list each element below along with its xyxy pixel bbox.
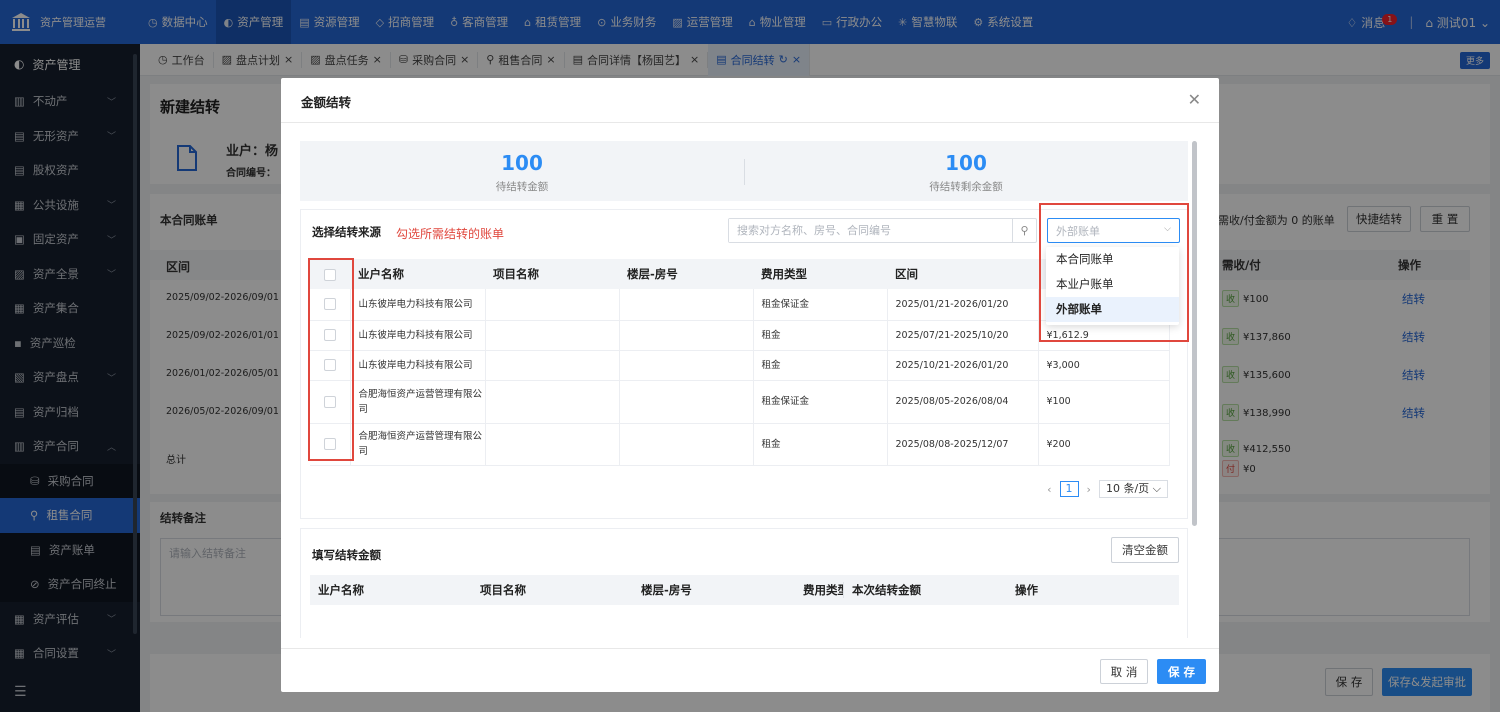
cell-room	[619, 320, 754, 351]
column-header: 费用类型	[753, 259, 887, 289]
fill-title: 填写结转金额	[312, 548, 381, 562]
cell-amount: ¥200	[1038, 423, 1170, 466]
column-header: 业户名称	[350, 259, 485, 289]
search-input[interactable]	[729, 219, 1012, 242]
cell-project	[485, 350, 620, 381]
column-header: 楼层-房号	[619, 259, 753, 289]
fill-column-header: 本次结转金额	[843, 582, 1007, 598]
cell-room	[619, 350, 754, 381]
fill-column-header: 业户名称	[318, 583, 364, 597]
fill-column-header: 项目名称	[480, 583, 526, 597]
cell-range: 2025/01/21-2026/01/20	[887, 289, 1039, 321]
cell-project	[485, 320, 620, 351]
source-hint: 勾选所需结转的账单	[396, 227, 505, 241]
table-row[interactable]: 合肥海恒资产运营管理有限公司 租金保证金 2025/08/05-2026/08/04…	[310, 380, 1170, 424]
dialog-title: 金额结转	[301, 95, 352, 110]
remaining-amount-label: 待结转剩余金额	[929, 181, 1003, 193]
close-icon[interactable]: ✕	[1188, 90, 1201, 109]
column-header: 项目名称	[485, 259, 619, 289]
source-select-highlight	[1039, 203, 1189, 342]
save-button[interactable]: 保 存	[1157, 659, 1206, 684]
cell-fee: 租金	[753, 350, 888, 381]
column-header: 区间	[887, 259, 1038, 289]
cell-fee: 租金	[753, 423, 888, 466]
fill-table-header: 业户名称 项目名称 楼层-房号 费用类型本次结转金额操作	[310, 575, 1179, 605]
checkbox-column-highlight	[308, 258, 354, 461]
cell-project	[485, 423, 620, 466]
page-size-label: 10 条/页	[1105, 482, 1150, 495]
fill-column-header: 楼层-房号	[641, 583, 692, 597]
divider	[281, 648, 1219, 649]
page-size-select[interactable]: 10 条/页 ⌵	[1098, 480, 1168, 498]
pending-amount-block: 100 待结转金额	[300, 151, 744, 194]
source-title: 选择结转来源	[312, 225, 381, 239]
cell-range: 2025/08/05-2026/08/04	[887, 380, 1039, 424]
cell-range: 2025/07/21-2025/10/20	[887, 320, 1039, 351]
cell-name: 合肥海恒资产运营管理有限公司	[350, 423, 486, 466]
page-number[interactable]: 1	[1059, 481, 1079, 497]
amount-transfer-dialog: 金额结转 ✕ 100 待结转金额 100 待结转剩余金额 选择结转来源 勾选所需…	[281, 78, 1219, 692]
table-row[interactable]: 合肥海恒资产运营管理有限公司 租金 2025/08/08-2025/12/07 ¥20…	[310, 423, 1170, 466]
cell-name: 合肥海恒资产运营管理有限公司	[350, 380, 486, 424]
remaining-amount: 100	[945, 151, 987, 175]
cell-range: 2025/08/08-2025/12/07	[887, 423, 1039, 466]
cell-project	[485, 380, 620, 424]
divider	[281, 122, 1219, 123]
cell-room	[619, 289, 754, 321]
table-row[interactable]: 山东彼岸电力科技有限公司 租金 2025/10/21-2026/01/20 ¥3,00…	[310, 350, 1170, 381]
clear-amount-button[interactable]: 清空金额	[1111, 537, 1179, 563]
cell-room	[619, 423, 754, 466]
cell-range: 2025/10/21-2026/01/20	[887, 350, 1039, 381]
search-icon[interactable]: ⚲	[1012, 219, 1036, 242]
cell-amount: ¥100	[1038, 380, 1170, 424]
cell-fee: 租金保证金	[753, 380, 888, 424]
cell-room	[619, 380, 754, 424]
fill-column-header: 操作	[1015, 583, 1038, 597]
fill-column-header: 费用类型	[803, 583, 843, 597]
prev-page-icon[interactable]: ‹	[1047, 483, 1051, 496]
pagination: ‹ 1 › 10 条/页 ⌵	[1047, 480, 1168, 498]
cell-amount: ¥3,000	[1038, 350, 1170, 381]
cancel-button[interactable]: 取 消	[1100, 659, 1148, 684]
summary-box: 100 待结转金额 100 待结转剩余金额	[300, 141, 1188, 201]
dialog-scrollbar[interactable]	[1192, 141, 1197, 526]
remaining-amount-block: 100 待结转剩余金额	[744, 151, 1188, 194]
cell-name: 山东彼岸电力科技有限公司	[350, 350, 486, 381]
fill-amount-panel: 填写结转金额 清空金额 业户名称 项目名称 楼层-房号 费用类型本次结转金额操作	[300, 528, 1188, 638]
pending-amount-label: 待结转金额	[495, 181, 549, 193]
cell-fee: 租金	[753, 320, 888, 351]
cell-name: 山东彼岸电力科技有限公司	[350, 320, 486, 351]
cell-fee: 租金保证金	[753, 289, 888, 321]
pending-amount: 100	[501, 151, 543, 175]
search-box: ⚲	[728, 218, 1037, 243]
cell-project	[485, 289, 620, 321]
next-page-icon[interactable]: ›	[1087, 483, 1091, 496]
cell-name: 山东彼岸电力科技有限公司	[350, 289, 486, 321]
